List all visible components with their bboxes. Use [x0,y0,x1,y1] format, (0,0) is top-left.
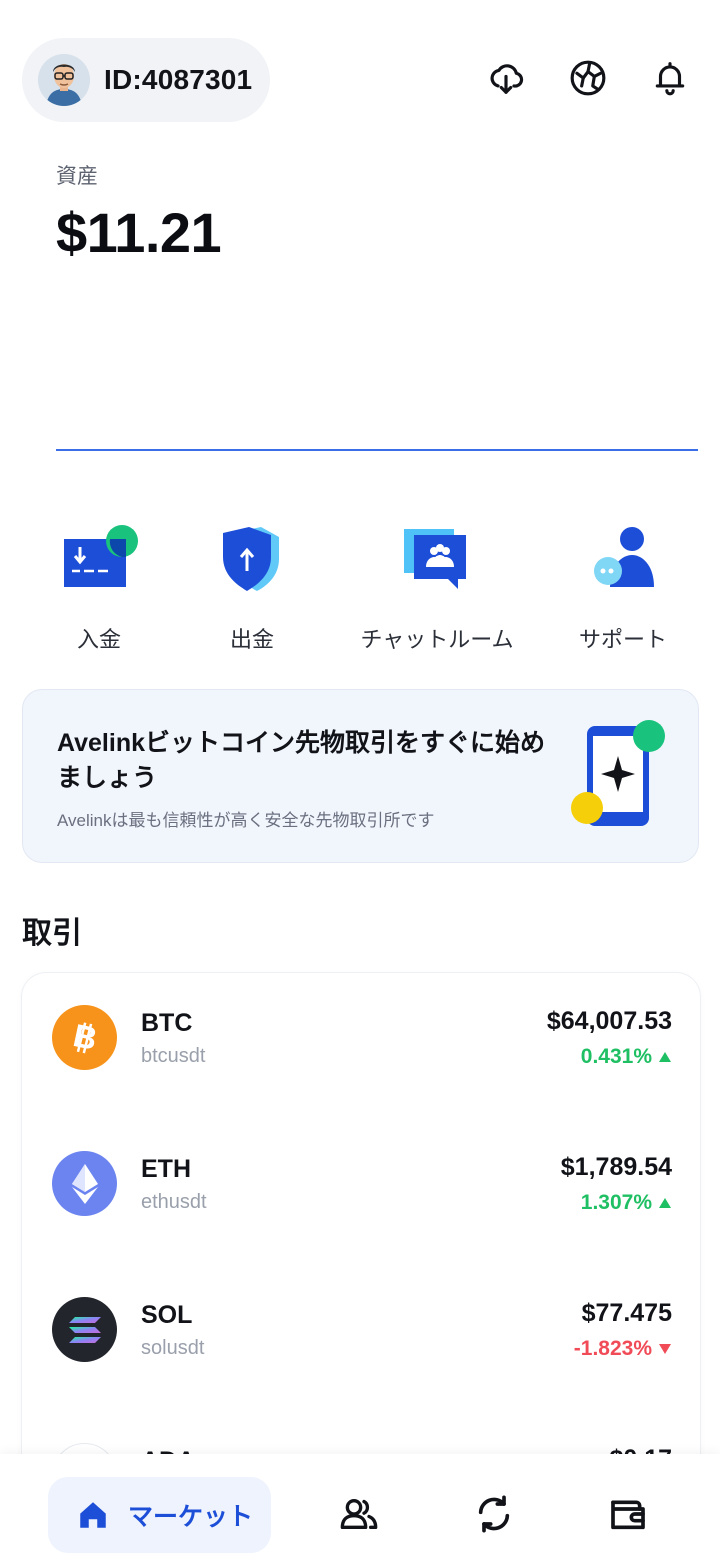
coin-price: $1,789.54 [560,1153,672,1181]
coin-pair: btcusdt [141,1045,206,1067]
chat-room-icon [392,520,482,600]
asset-chart-line [56,449,698,451]
asset-value: $11.21 [56,201,222,264]
coin-symbol: SOL [141,1301,193,1329]
download-cloud-icon[interactable] [484,56,528,100]
market-row-sol[interactable]: SOL solusdt $77.475 -1.823% [22,1265,700,1385]
withdraw-shield-icon [207,520,297,600]
sparkle-phone-icon [571,718,671,830]
eth-coin-icon [52,1151,117,1216]
coin-symbol: ETH [141,1155,191,1183]
nav-market-tab[interactable]: マーケット [48,1477,271,1553]
triangle-up-icon [659,1052,671,1062]
refresh-icon[interactable] [472,1492,516,1536]
promo-banner[interactable]: Avelinkビットコイン先物取引をすぐに始めましょう Avelinkは最も信頼… [22,689,699,863]
coin-change: 1.307% [581,1191,672,1215]
support-button[interactable]: サポート [538,520,708,654]
chat-room-label: チャットルーム [360,627,514,652]
support-icon [578,520,668,600]
coin-change-value: 0.431% [580,1045,652,1068]
coin-price: $64,007.53 [546,1007,672,1035]
wallet-icon[interactable] [606,1492,650,1536]
coin-change: 0.431% [581,1045,672,1069]
coin-pair: ethusdt [141,1191,207,1213]
bell-icon[interactable] [648,56,692,100]
nav-market-label: マーケット [128,1503,254,1531]
banner-title: Avelinkビットコイン先物取引をすぐに始めましょう [57,729,546,792]
avatar [38,54,90,106]
home-icon [80,1502,106,1528]
withdraw-label: 出金 [229,627,274,652]
user-id: ID:4087301 [104,64,253,95]
trade-section-title: 取引 [22,917,82,950]
coin-change-value: -1.823% [573,1337,652,1360]
support-label: サポート [578,627,667,652]
coin-price: $77.475 [581,1299,672,1327]
users-icon[interactable] [337,1492,381,1536]
deposit-icon [54,520,144,600]
market-row-btc[interactable]: B BTC btcusdt $64,007.53 0.431% [22,973,700,1093]
withdraw-button[interactable]: 出金 [167,520,337,654]
deposit-button[interactable]: 入金 [14,520,184,654]
network-globe-icon[interactable] [566,56,610,100]
coin-pair: solusdt [141,1337,205,1359]
triangle-down-icon [659,1344,671,1354]
coin-change-value: 1.307% [580,1191,652,1214]
deposit-label: 入金 [76,627,121,652]
user-profile-pill[interactable]: ID:4087301 [22,38,270,122]
asset-label: 資産 [56,165,98,188]
coin-change: -1.823% [574,1337,672,1361]
market-row-eth[interactable]: ETH ethusdt $1,789.54 1.307% [22,1119,700,1239]
bottom-nav: マーケット [0,1454,720,1568]
coin-symbol: BTC [141,1009,193,1037]
triangle-up-icon [659,1198,671,1208]
banner-subtitle: Avelinkは最も信頼性が高く安全な先物取引所です [57,811,435,830]
btc-coin-icon: B [52,1005,117,1070]
sol-coin-icon [52,1297,117,1362]
chat-room-button[interactable]: チャットルーム [352,520,522,654]
